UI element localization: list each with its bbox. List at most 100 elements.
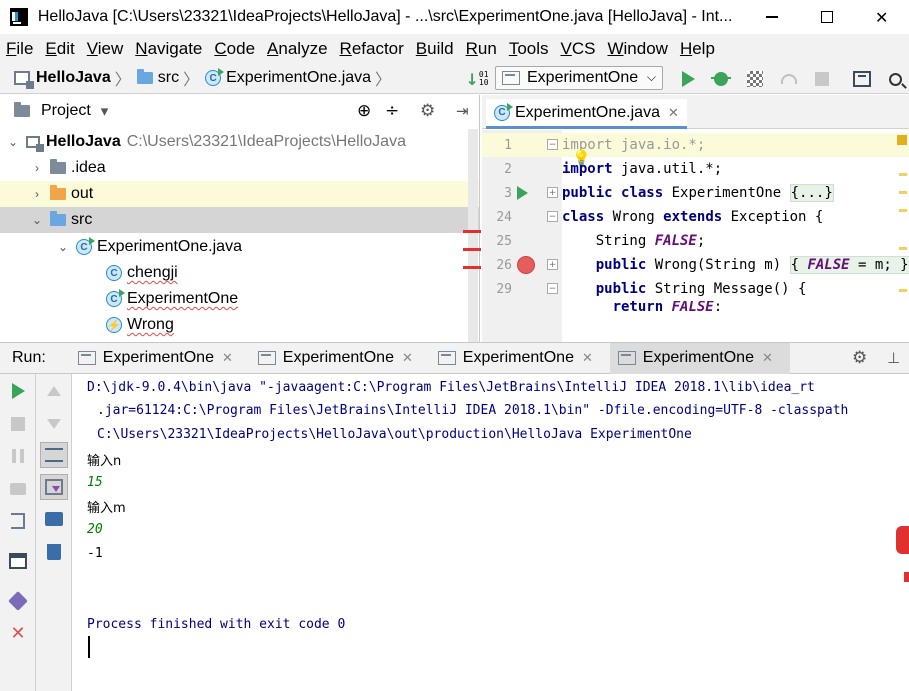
menu-window[interactable]: Window bbox=[607, 39, 667, 59]
folded-region[interactable]: { FALSE = m; } bbox=[789, 256, 909, 274]
tree-item-out[interactable]: › out bbox=[0, 181, 479, 207]
chevron-down-icon[interactable]: ▾ bbox=[101, 102, 109, 120]
menu-code[interactable]: Code bbox=[214, 39, 255, 59]
coverage-button[interactable] bbox=[744, 68, 766, 90]
breadcrumb-file[interactable]: C ExperimentOne.java bbox=[205, 68, 371, 87]
close-run-button[interactable]: ✕ bbox=[9, 623, 27, 644]
dump-threads-button[interactable] bbox=[9, 480, 27, 498]
scroll-to-end-toggle[interactable] bbox=[40, 474, 68, 500]
chevron-down-icon[interactable]: ⌄ bbox=[30, 213, 44, 227]
run-button[interactable] bbox=[677, 68, 699, 90]
exit-button[interactable] bbox=[9, 512, 27, 530]
run-gutter-icon[interactable] bbox=[517, 186, 528, 200]
minimize-panel-icon[interactable]: ⊥ bbox=[887, 349, 900, 367]
restore-layout-button[interactable] bbox=[9, 552, 27, 570]
tree-item-experimentone[interactable]: C ExperimentOne bbox=[0, 286, 479, 312]
previous-occurrence-button[interactable] bbox=[45, 382, 63, 400]
profile-button[interactable] bbox=[778, 68, 800, 90]
code-line[interactable]: 29 − public String Message() { bbox=[482, 277, 909, 301]
stop-button[interactable] bbox=[9, 415, 27, 433]
menu-edit[interactable]: Edit bbox=[45, 39, 74, 59]
menu-navigate[interactable]: Navigate bbox=[135, 39, 202, 59]
breadcrumb-project[interactable]: HelloJava bbox=[14, 69, 111, 89]
close-icon[interactable]: ✕ bbox=[582, 350, 593, 366]
code-line[interactable]: 26 + public Wrong(String m) { FALSE = m;… bbox=[482, 253, 909, 277]
menu-analyze[interactable]: Analyze bbox=[267, 39, 327, 59]
fold-icon[interactable]: − bbox=[547, 139, 558, 150]
soft-wrap-toggle[interactable] bbox=[40, 442, 68, 468]
pin-tab-button[interactable] bbox=[8, 591, 28, 611]
chevron-right-icon[interactable]: › bbox=[30, 161, 44, 175]
tree-item-idea[interactable]: › .idea bbox=[0, 155, 479, 181]
gear-icon[interactable]: ⚙ bbox=[852, 348, 867, 368]
hide-panel-icon[interactable]: ⇥ bbox=[456, 102, 469, 120]
build-sort-icon[interactable]: ↓ 01 10 bbox=[465, 68, 488, 90]
chevron-right-icon[interactable]: › bbox=[30, 187, 44, 201]
run-tab[interactable]: ExperimentOne ✕ bbox=[250, 343, 430, 374]
close-icon[interactable]: ✕ bbox=[668, 105, 679, 121]
close-icon[interactable]: ✕ bbox=[222, 350, 233, 366]
folded-region[interactable]: {...} bbox=[789, 184, 834, 202]
tree-item-wrong[interactable]: ⚡ Wrong bbox=[0, 312, 479, 338]
maximize-button[interactable] bbox=[800, 0, 855, 34]
menu-refactor[interactable]: Refactor bbox=[340, 39, 404, 59]
error-stripe-mark[interactable] bbox=[463, 230, 481, 233]
error-stripe-mark[interactable] bbox=[463, 248, 481, 251]
crosshair-icon[interactable]: ⊕ bbox=[357, 101, 371, 121]
code-line[interactable]: 2 💡 import java.util.*; bbox=[482, 149, 909, 181]
stop-button[interactable] bbox=[811, 68, 833, 90]
chevron-down-icon[interactable]: ⌄ bbox=[6, 135, 20, 149]
run-tab-active[interactable]: ExperimentOne ✕ bbox=[609, 342, 790, 374]
menu-file[interactable]: File bbox=[6, 39, 33, 59]
run-console[interactable]: D:\jdk-9.0.4\bin\java "-javaagent:C:\Pro… bbox=[72, 374, 909, 691]
code-line[interactable]: 3 + public class ExperimentOne {...} bbox=[482, 181, 909, 205]
menu-run[interactable]: Run bbox=[466, 39, 497, 59]
warning-mark[interactable] bbox=[899, 289, 907, 292]
breakpoint-icon[interactable] bbox=[517, 256, 535, 274]
code-editor[interactable]: C ExperimentOne.java ✕ 1 − import java.i… bbox=[482, 95, 909, 342]
close-icon[interactable]: ✕ bbox=[402, 350, 413, 366]
fold-icon[interactable]: + bbox=[547, 187, 558, 198]
minimize-button[interactable] bbox=[745, 0, 800, 34]
menu-help[interactable]: Help bbox=[680, 39, 715, 59]
warning-mark[interactable] bbox=[899, 247, 907, 250]
error-stripe-mark[interactable] bbox=[463, 266, 481, 269]
run-tab[interactable]: ExperimentOne ✕ bbox=[430, 343, 610, 374]
warning-mark[interactable] bbox=[897, 135, 907, 145]
clear-all-button[interactable] bbox=[45, 543, 63, 561]
project-structure-button[interactable] bbox=[851, 68, 873, 90]
warning-mark[interactable] bbox=[899, 173, 907, 176]
warning-mark[interactable] bbox=[899, 191, 907, 194]
run-configuration-select[interactable]: ExperimentOne ⌵ bbox=[495, 66, 663, 90]
code-line[interactable]: 24 − class Wrong extends Exception { bbox=[482, 205, 909, 229]
collapse-all-icon[interactable]: ÷ bbox=[385, 101, 399, 121]
close-window-button[interactable]: ✕ bbox=[854, 0, 909, 34]
scrollbar[interactable] bbox=[468, 129, 478, 342]
fold-icon[interactable]: − bbox=[547, 211, 558, 222]
tree-item-experimentone-java[interactable]: ⌄ C ExperimentOne.java bbox=[0, 234, 479, 260]
warning-mark[interactable] bbox=[899, 209, 907, 212]
project-panel-title[interactable]: Project bbox=[41, 102, 91, 120]
tree-item-src[interactable]: ⌄ src bbox=[0, 207, 479, 233]
fold-icon[interactable]: − bbox=[547, 283, 558, 294]
menu-view[interactable]: View bbox=[87, 39, 124, 59]
chevron-down-icon[interactable]: ⌄ bbox=[56, 240, 70, 254]
gear-icon[interactable]: ⚙ bbox=[420, 101, 435, 121]
tree-item-chengji[interactable]: C chengji bbox=[0, 260, 479, 286]
editor-tab-experimentone[interactable]: C ExperimentOne.java ✕ bbox=[486, 99, 687, 129]
tree-item-hellojava[interactable]: ⌄ HelloJava C:\Users\23321\IdeaProjects\… bbox=[0, 129, 479, 155]
run-tab[interactable]: ExperimentOne ✕ bbox=[70, 343, 250, 374]
breadcrumb-src[interactable]: src bbox=[136, 69, 179, 87]
menu-vcs[interactable]: VCS bbox=[561, 39, 596, 59]
pause-button[interactable] bbox=[9, 447, 27, 465]
fold-icon[interactable]: + bbox=[547, 259, 558, 270]
debug-button[interactable] bbox=[710, 68, 732, 90]
menu-tools[interactable]: Tools bbox=[509, 39, 549, 59]
rerun-button[interactable] bbox=[9, 382, 27, 400]
code-line[interactable]: 25 String FALSE; bbox=[482, 229, 909, 253]
code-line[interactable]: 1 − import java.io.*; bbox=[482, 133, 909, 157]
code-line[interactable]: return FALSE; bbox=[482, 301, 909, 311]
menu-build[interactable]: Build bbox=[416, 39, 454, 59]
next-occurrence-button[interactable] bbox=[45, 415, 63, 433]
close-icon[interactable]: ✕ bbox=[762, 350, 773, 366]
